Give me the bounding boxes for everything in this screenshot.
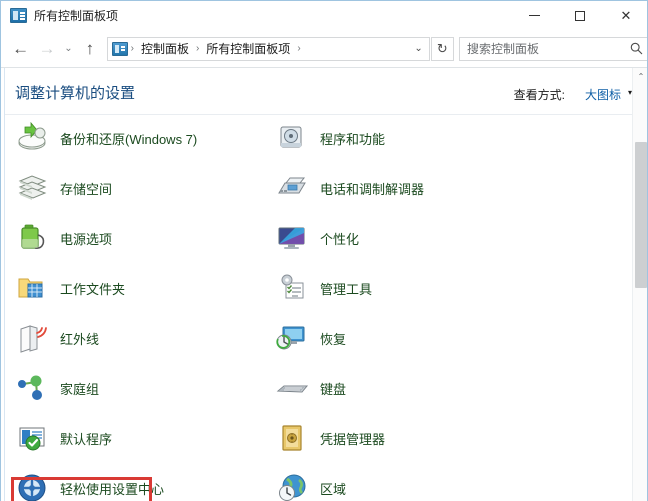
item-phone-modem[interactable]: 电话和调制解调器	[275, 168, 525, 208]
control-panel-icon	[10, 8, 27, 23]
programs-features-icon	[275, 121, 311, 155]
maximize-button[interactable]	[557, 1, 603, 30]
window-title: 所有控制面板项	[34, 9, 119, 23]
item-personalization[interactable]: 个性化	[275, 218, 525, 258]
view-by-label: 查看方式:	[513, 88, 565, 102]
recovery-icon	[275, 321, 311, 355]
item-power-options[interactable]: 电源选项	[15, 218, 265, 258]
item-label: 个性化	[320, 231, 360, 247]
item-label: 凭据管理器	[320, 431, 386, 447]
item-label: 区域	[320, 481, 347, 497]
item-label: 工作文件夹	[60, 281, 126, 297]
page-title: 调整计算机的设置	[15, 85, 136, 102]
scrollbar-thumb[interactable]	[635, 142, 647, 288]
breadcrumb-separator-0[interactable]: ›	[128, 43, 137, 54]
item-default-programs[interactable]: 默认程序	[15, 418, 265, 458]
header-divider	[5, 114, 633, 115]
title-bar: 所有控制面板项 ✕	[1, 1, 647, 30]
close-icon: ✕	[620, 7, 632, 23]
ease-of-access-icon	[15, 471, 51, 501]
item-label: 程序和功能	[320, 131, 386, 147]
breadcrumb-item-all-items[interactable]: 所有控制面板项	[202, 38, 294, 59]
breadcrumb-separator-2[interactable]: ›	[294, 43, 303, 54]
item-work-folders[interactable]: 工作文件夹	[15, 268, 265, 308]
item-label: 默认程序	[60, 431, 113, 447]
search-box[interactable]	[459, 36, 647, 61]
region-icon	[275, 471, 311, 501]
address-dropdown-icon[interactable]: ⌄	[409, 43, 429, 54]
control-panel-window: 所有控制面板项 ✕ ← → ⌄ ↑ › 控制面板 › 所有控制面板项 › ⌄ ↻	[0, 0, 648, 501]
work-folders-icon	[15, 271, 51, 305]
item-label: 电话和调制解调器	[320, 181, 425, 197]
navigation-bar: ← → ⌄ ↑ › 控制面板 › 所有控制面板项 › ⌄ ↻	[1, 30, 647, 67]
window-controls: ✕	[511, 1, 647, 30]
personalization-icon	[275, 221, 311, 255]
item-label: 轻松使用设置中心	[60, 481, 165, 497]
item-label: 电源选项	[60, 231, 113, 247]
keyboard-icon	[275, 371, 311, 405]
item-region[interactable]: 区域	[275, 468, 525, 501]
item-label: 键盘	[320, 381, 347, 397]
item-label: 红外线	[60, 331, 100, 347]
minimize-button[interactable]	[511, 1, 557, 30]
item-label: 备份和还原(Windows 7)	[60, 131, 198, 147]
backup-restore-icon	[15, 121, 51, 155]
maximize-icon	[575, 10, 585, 21]
search-input[interactable]	[460, 40, 624, 57]
minimize-icon	[528, 15, 540, 16]
refresh-button[interactable]: ↻	[430, 36, 454, 61]
back-button[interactable]: ←	[7, 34, 34, 64]
control-panel-items-grid: 备份和还原(Windows 7) 存储空间 电源选项 工作文件夹 红外线 家庭组…	[5, 118, 631, 501]
power-options-icon	[15, 221, 51, 255]
item-recovery[interactable]: 恢复	[275, 318, 525, 358]
item-label: 存储空间	[60, 181, 113, 197]
credential-manager-icon	[275, 421, 311, 455]
view-by-value[interactable]: 大图标	[585, 86, 621, 103]
search-icon[interactable]	[624, 42, 647, 55]
item-credential-manager[interactable]: 凭据管理器	[275, 418, 525, 458]
phone-modem-icon	[275, 171, 311, 205]
item-ease-of-access[interactable]: 轻松使用设置中心	[15, 468, 265, 501]
item-storage-spaces[interactable]: 存储空间	[15, 168, 265, 208]
recent-locations-button[interactable]: ⌄	[60, 34, 78, 64]
breadcrumb-separator-1[interactable]: ›	[193, 43, 202, 54]
homegroup-icon	[15, 371, 51, 405]
up-button[interactable]: ↑	[77, 34, 102, 64]
item-backup-restore[interactable]: 备份和还原(Windows 7)	[15, 118, 265, 158]
default-programs-icon	[15, 421, 51, 455]
scroll-up-icon[interactable]: ⌃	[633, 68, 647, 85]
content-area: 调整计算机的设置 查看方式: 大图标 ▾ 备份和还原(Windows 7) 存储…	[1, 67, 647, 501]
item-administrative-tools[interactable]: 管理工具	[275, 268, 525, 308]
vertical-scrollbar[interactable]: ⌃	[632, 68, 647, 501]
item-homegroup[interactable]: 家庭组	[15, 368, 265, 408]
item-label: 家庭组	[60, 381, 100, 397]
item-label: 管理工具	[320, 281, 373, 297]
storage-spaces-icon	[15, 171, 51, 205]
content-header: 调整计算机的设置 查看方式: 大图标 ▾	[1, 68, 647, 115]
item-programs-features[interactable]: 程序和功能	[275, 118, 525, 158]
close-button[interactable]: ✕	[603, 1, 647, 30]
item-label: 恢复	[320, 331, 347, 347]
breadcrumb-item-control-panel[interactable]: 控制面板	[137, 38, 193, 59]
forward-button: →	[38, 38, 56, 58]
infrared-icon	[15, 321, 51, 355]
item-keyboard[interactable]: 键盘	[275, 368, 525, 408]
item-infrared[interactable]: 红外线	[15, 318, 265, 358]
administrative-tools-icon	[275, 271, 311, 305]
breadcrumb-control-panel-icon	[111, 41, 128, 56]
address-bar[interactable]: › 控制面板 › 所有控制面板项 › ⌄	[106, 36, 430, 61]
